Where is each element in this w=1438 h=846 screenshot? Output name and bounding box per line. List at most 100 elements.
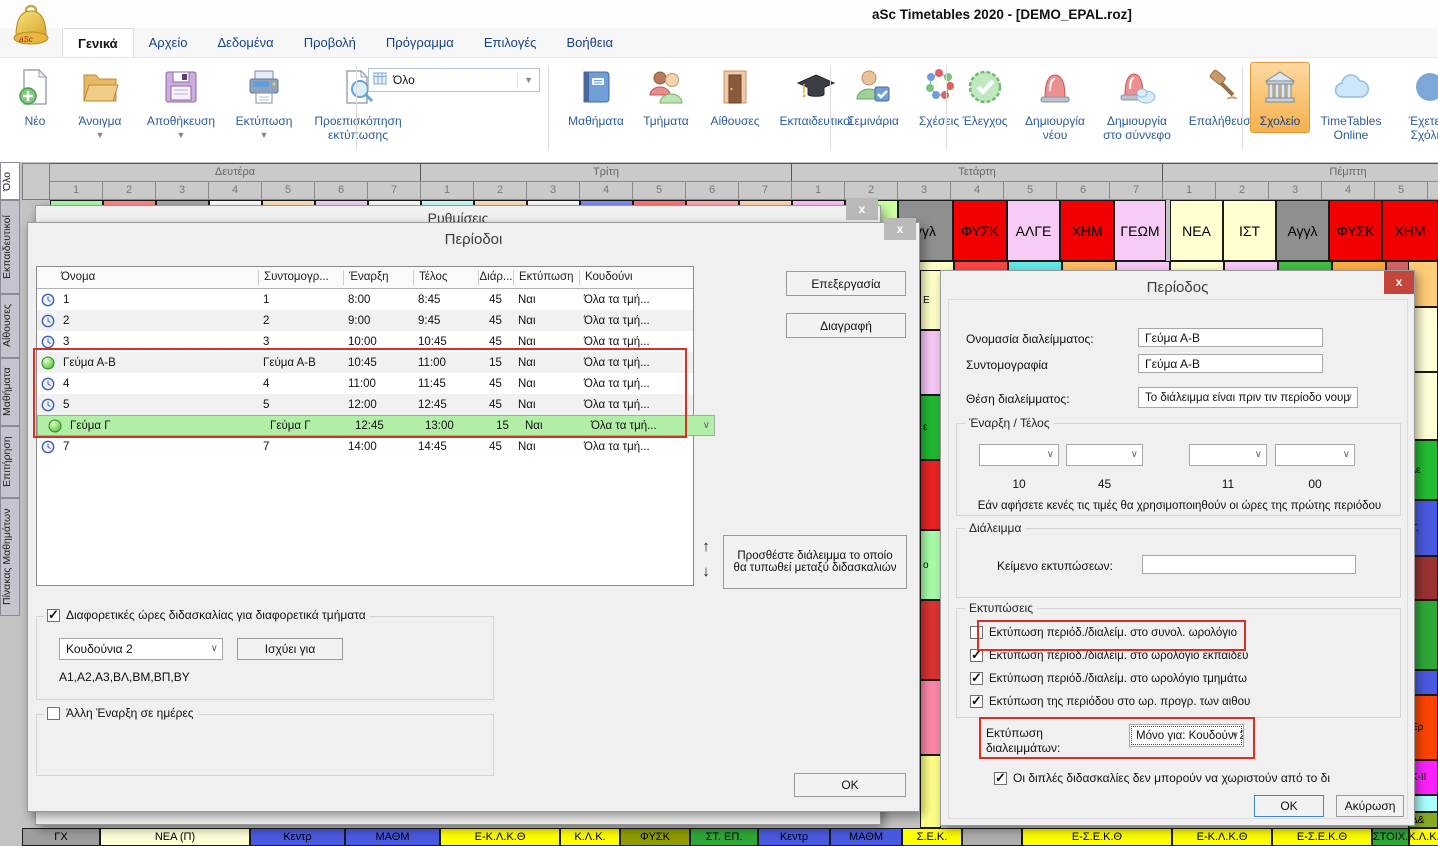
table-row[interactable]: 4411:0011:4545ΝαιΌλα τα τμή... bbox=[37, 373, 693, 394]
lesson-label: ο bbox=[923, 560, 929, 571]
lesson-cell[interactable]: Σ.Ε.Κ. bbox=[902, 828, 962, 846]
end-minute-dropdown[interactable] bbox=[1275, 444, 1355, 466]
clock-icon bbox=[41, 377, 55, 391]
lesson-cell[interactable]: Κεντρ bbox=[250, 828, 345, 846]
delete-button[interactable]: Διαγραφή bbox=[786, 313, 906, 338]
break-name-input[interactable]: Γεύμα Α-Β bbox=[1138, 328, 1323, 347]
different-hours-checkbox[interactable] bbox=[47, 609, 60, 622]
table-row[interactable]: Γεύμα Α-ΒΓεύμα Α-Β10:4511:0015ΝαιΌλα τα … bbox=[37, 352, 693, 373]
start-minute-dropdown[interactable] bbox=[1066, 444, 1143, 466]
lesson-cell[interactable]: ΦΥΣΚ bbox=[620, 828, 690, 846]
lesson-cell[interactable]: Κ.Λ.Κ. bbox=[1409, 828, 1438, 846]
lesson-cell[interactable] bbox=[962, 828, 1022, 846]
table-row[interactable]: 118:008:4545ΝαιΌλα τα τμή... bbox=[37, 289, 693, 310]
close-icon[interactable]: x bbox=[846, 198, 878, 220]
lesson-cell[interactable]: ΜΑΘΜ bbox=[830, 828, 902, 846]
lesson-cell[interactable]: Ε bbox=[920, 270, 941, 330]
lesson-cell[interactable]: ΧΗΜ bbox=[1060, 200, 1114, 261]
lesson-cell[interactable]: Κεντρ bbox=[758, 828, 830, 846]
move-up-arrow-icon[interactable]: ↑ bbox=[698, 538, 714, 555]
print-text-input[interactable] bbox=[1142, 555, 1356, 574]
lesson-cell[interactable]: Ε-Κ.Λ.Κ.Θ bbox=[440, 828, 560, 846]
lesson-label: ΦΥΣΚ bbox=[1336, 223, 1374, 239]
abbreviation-cell: 7 bbox=[258, 441, 343, 453]
lesson-cell[interactable]: ο bbox=[920, 530, 941, 600]
lesson-cell[interactable] bbox=[920, 680, 941, 755]
cancel-button[interactable]: Ακύρωση bbox=[1336, 795, 1404, 817]
lesson-cell[interactable]: ΝΕΑ bbox=[1170, 200, 1223, 261]
break-position-value: Το διάλειμμα είναι πριν τιν περίοδο νουμ bbox=[1145, 392, 1350, 404]
column-header-Τέλος[interactable]: Τέλος bbox=[413, 270, 478, 285]
break-name-label: Ονομασία διαλείμματος: bbox=[966, 332, 1094, 346]
lesson-cell[interactable]: ΦΥΣΚ bbox=[953, 200, 1007, 261]
break-position-dropdown[interactable]: Το διάλειμμα είναι πριν τιν περίοδο νουμ bbox=[1138, 387, 1358, 408]
lesson-cell[interactable] bbox=[920, 460, 941, 530]
lesson-cell[interactable]: Ε-Σ.Ε.Κ.Θ bbox=[1272, 828, 1372, 846]
lesson-cell[interactable]: ΑΛΓΕ bbox=[1007, 200, 1060, 261]
column-header-Όνομα[interactable]: Όνομα bbox=[37, 270, 258, 285]
column-header-Κουδούνι[interactable]: Κουδούνι bbox=[579, 270, 689, 285]
start-time-cell: 10:00 bbox=[343, 336, 413, 348]
column-header-Έναρξη[interactable]: Έναρξη bbox=[343, 270, 413, 285]
lesson-cell[interactable] bbox=[920, 755, 941, 828]
period-name: 5 bbox=[63, 399, 69, 411]
close-icon[interactable]: x bbox=[1384, 271, 1414, 294]
duration-cell: 15 bbox=[485, 420, 520, 432]
ok-button[interactable]: OK bbox=[794, 773, 906, 797]
lesson-cell[interactable]: ΙΣΤ bbox=[1223, 200, 1276, 261]
print-cell: Ναι bbox=[513, 378, 579, 390]
lesson-cell[interactable]: ΦΥΣΚ bbox=[1329, 200, 1382, 261]
close-icon[interactable]: x bbox=[884, 218, 916, 240]
edit-button[interactable]: Επεξεργασία bbox=[786, 271, 906, 296]
print-option-checkbox[interactable] bbox=[970, 649, 983, 662]
double-lessons-checkbox[interactable] bbox=[994, 772, 1007, 785]
bells-dropdown[interactable]: Κουδούνια 2 bbox=[59, 638, 223, 660]
lesson-cell[interactable]: ΓΕΩΜ bbox=[1114, 200, 1166, 261]
period-name-cell: 4 bbox=[37, 377, 258, 391]
print-cell: Ναι bbox=[513, 294, 579, 306]
print-breaks-dropdown[interactable]: Μόνο για: Κουδούνι 2 bbox=[1129, 724, 1244, 747]
table-row[interactable]: Γεύμα ΓΓεύμα Γ12:4513:0015ΝαιΌλα τα τμή.… bbox=[37, 415, 715, 436]
checkbox-label: Διαφορετικές ώρες διδασκαλίας για διαφορ… bbox=[66, 608, 366, 622]
table-row[interactable]: 5512:0012:4545ΝαιΌλα τα τμή... bbox=[37, 394, 693, 415]
move-down-arrow-icon[interactable]: ↓ bbox=[698, 563, 714, 580]
column-header-Εκτύπωση[interactable]: Εκτύπωση bbox=[513, 270, 579, 285]
lesson-cell[interactable]: Ε-Κ.Λ.Κ.Θ bbox=[1172, 828, 1272, 846]
end-time-cell: 8:45 bbox=[413, 294, 478, 306]
ball-icon bbox=[48, 419, 62, 433]
lesson-cell[interactable] bbox=[920, 600, 941, 680]
lesson-cell[interactable]: ΝΕΑ (Π) bbox=[100, 828, 250, 846]
add-break-button[interactable]: Προσθέστε διάλειμμα το οποίο θα τυπωθεί … bbox=[723, 535, 907, 589]
column-header-Συντομογρ...[interactable]: Συντομογρ... bbox=[258, 270, 343, 285]
lesson-cell[interactable]: ε bbox=[920, 395, 941, 460]
end-hour-dropdown[interactable] bbox=[1189, 444, 1267, 466]
start-time-cell: 12:00 bbox=[343, 399, 413, 411]
lesson-cell[interactable]: Ε-Σ.Ε.Κ.Θ bbox=[1022, 828, 1172, 846]
abbreviation-cell: 2 bbox=[258, 315, 343, 327]
lesson-cell[interactable]: Κ.Λ.Κ. bbox=[560, 828, 620, 846]
lesson-cell[interactable]: ΓΧ bbox=[22, 828, 100, 846]
lesson-label: ΜΑΘΜ bbox=[376, 831, 410, 843]
lesson-cell[interactable]: ΜΑΘΜ bbox=[345, 828, 440, 846]
other-start-checkbox[interactable] bbox=[47, 707, 60, 720]
print-cell: Ναι bbox=[513, 441, 579, 453]
period-name: 4 bbox=[63, 378, 69, 390]
print-option-checkbox[interactable] bbox=[970, 695, 983, 708]
different-hours-row: Διαφορετικές ώρες διδασκαλίας για διαφορ… bbox=[44, 608, 369, 622]
table-row[interactable]: 3310:0010:4545ΝαιΌλα τα τμή... bbox=[37, 331, 693, 352]
print-option-checkbox[interactable] bbox=[970, 626, 983, 639]
lesson-cell[interactable] bbox=[920, 330, 941, 395]
table-row[interactable]: 229:009:4545ΝαιΌλα τα τμή... bbox=[37, 310, 693, 331]
duration-cell: 45 bbox=[478, 378, 513, 390]
column-header-Διάρ...[interactable]: Διάρ... bbox=[478, 270, 513, 285]
table-row[interactable]: 7714:0014:4545ΝαιΌλα τα τμή... bbox=[37, 436, 693, 457]
ok-button[interactable]: OK bbox=[1254, 795, 1324, 817]
lesson-cell[interactable]: ΣΤΟΙΧ. bbox=[1372, 828, 1409, 846]
start-hour-dropdown[interactable] bbox=[979, 444, 1059, 466]
lesson-cell[interactable]: ΧΗΜ bbox=[1382, 200, 1438, 261]
print-option-checkbox[interactable] bbox=[970, 672, 983, 685]
abbreviation-input[interactable]: Γεύμα Α-Β bbox=[1138, 354, 1323, 373]
lesson-cell[interactable]: Αγγλ bbox=[1276, 200, 1329, 261]
lesson-cell[interactable]: ΣΤ. ΕΠ. bbox=[690, 828, 758, 846]
applies-to-button[interactable]: Ισχύει για bbox=[237, 638, 343, 660]
